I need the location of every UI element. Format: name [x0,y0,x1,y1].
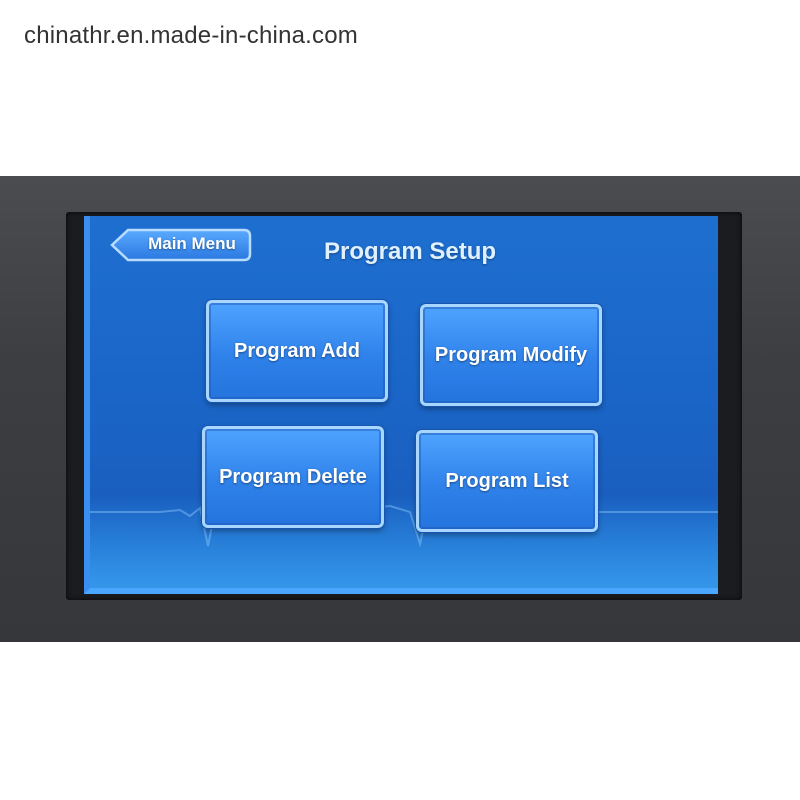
main-menu-label: Main Menu [148,234,236,253]
program-add-button[interactable]: Program Add [206,300,388,402]
touch-screen: Main Menu Program Setup Program Add Prog… [84,216,718,594]
program-add-label: Program Add [234,339,360,362]
program-modify-button[interactable]: Program Modify [420,304,602,406]
program-delete-button[interactable]: Program Delete [202,426,384,528]
main-menu-button[interactable]: Main Menu [110,228,252,262]
watermark-text: chinathr.en.made-in-china.com [24,22,358,49]
program-list-label: Program List [445,469,569,492]
program-list-button[interactable]: Program List [416,430,598,532]
page-title: Program Setup [323,238,497,265]
waveform-decoration [90,504,718,548]
program-delete-label: Program Delete [219,465,367,488]
program-modify-label: Program Modify [434,343,588,366]
